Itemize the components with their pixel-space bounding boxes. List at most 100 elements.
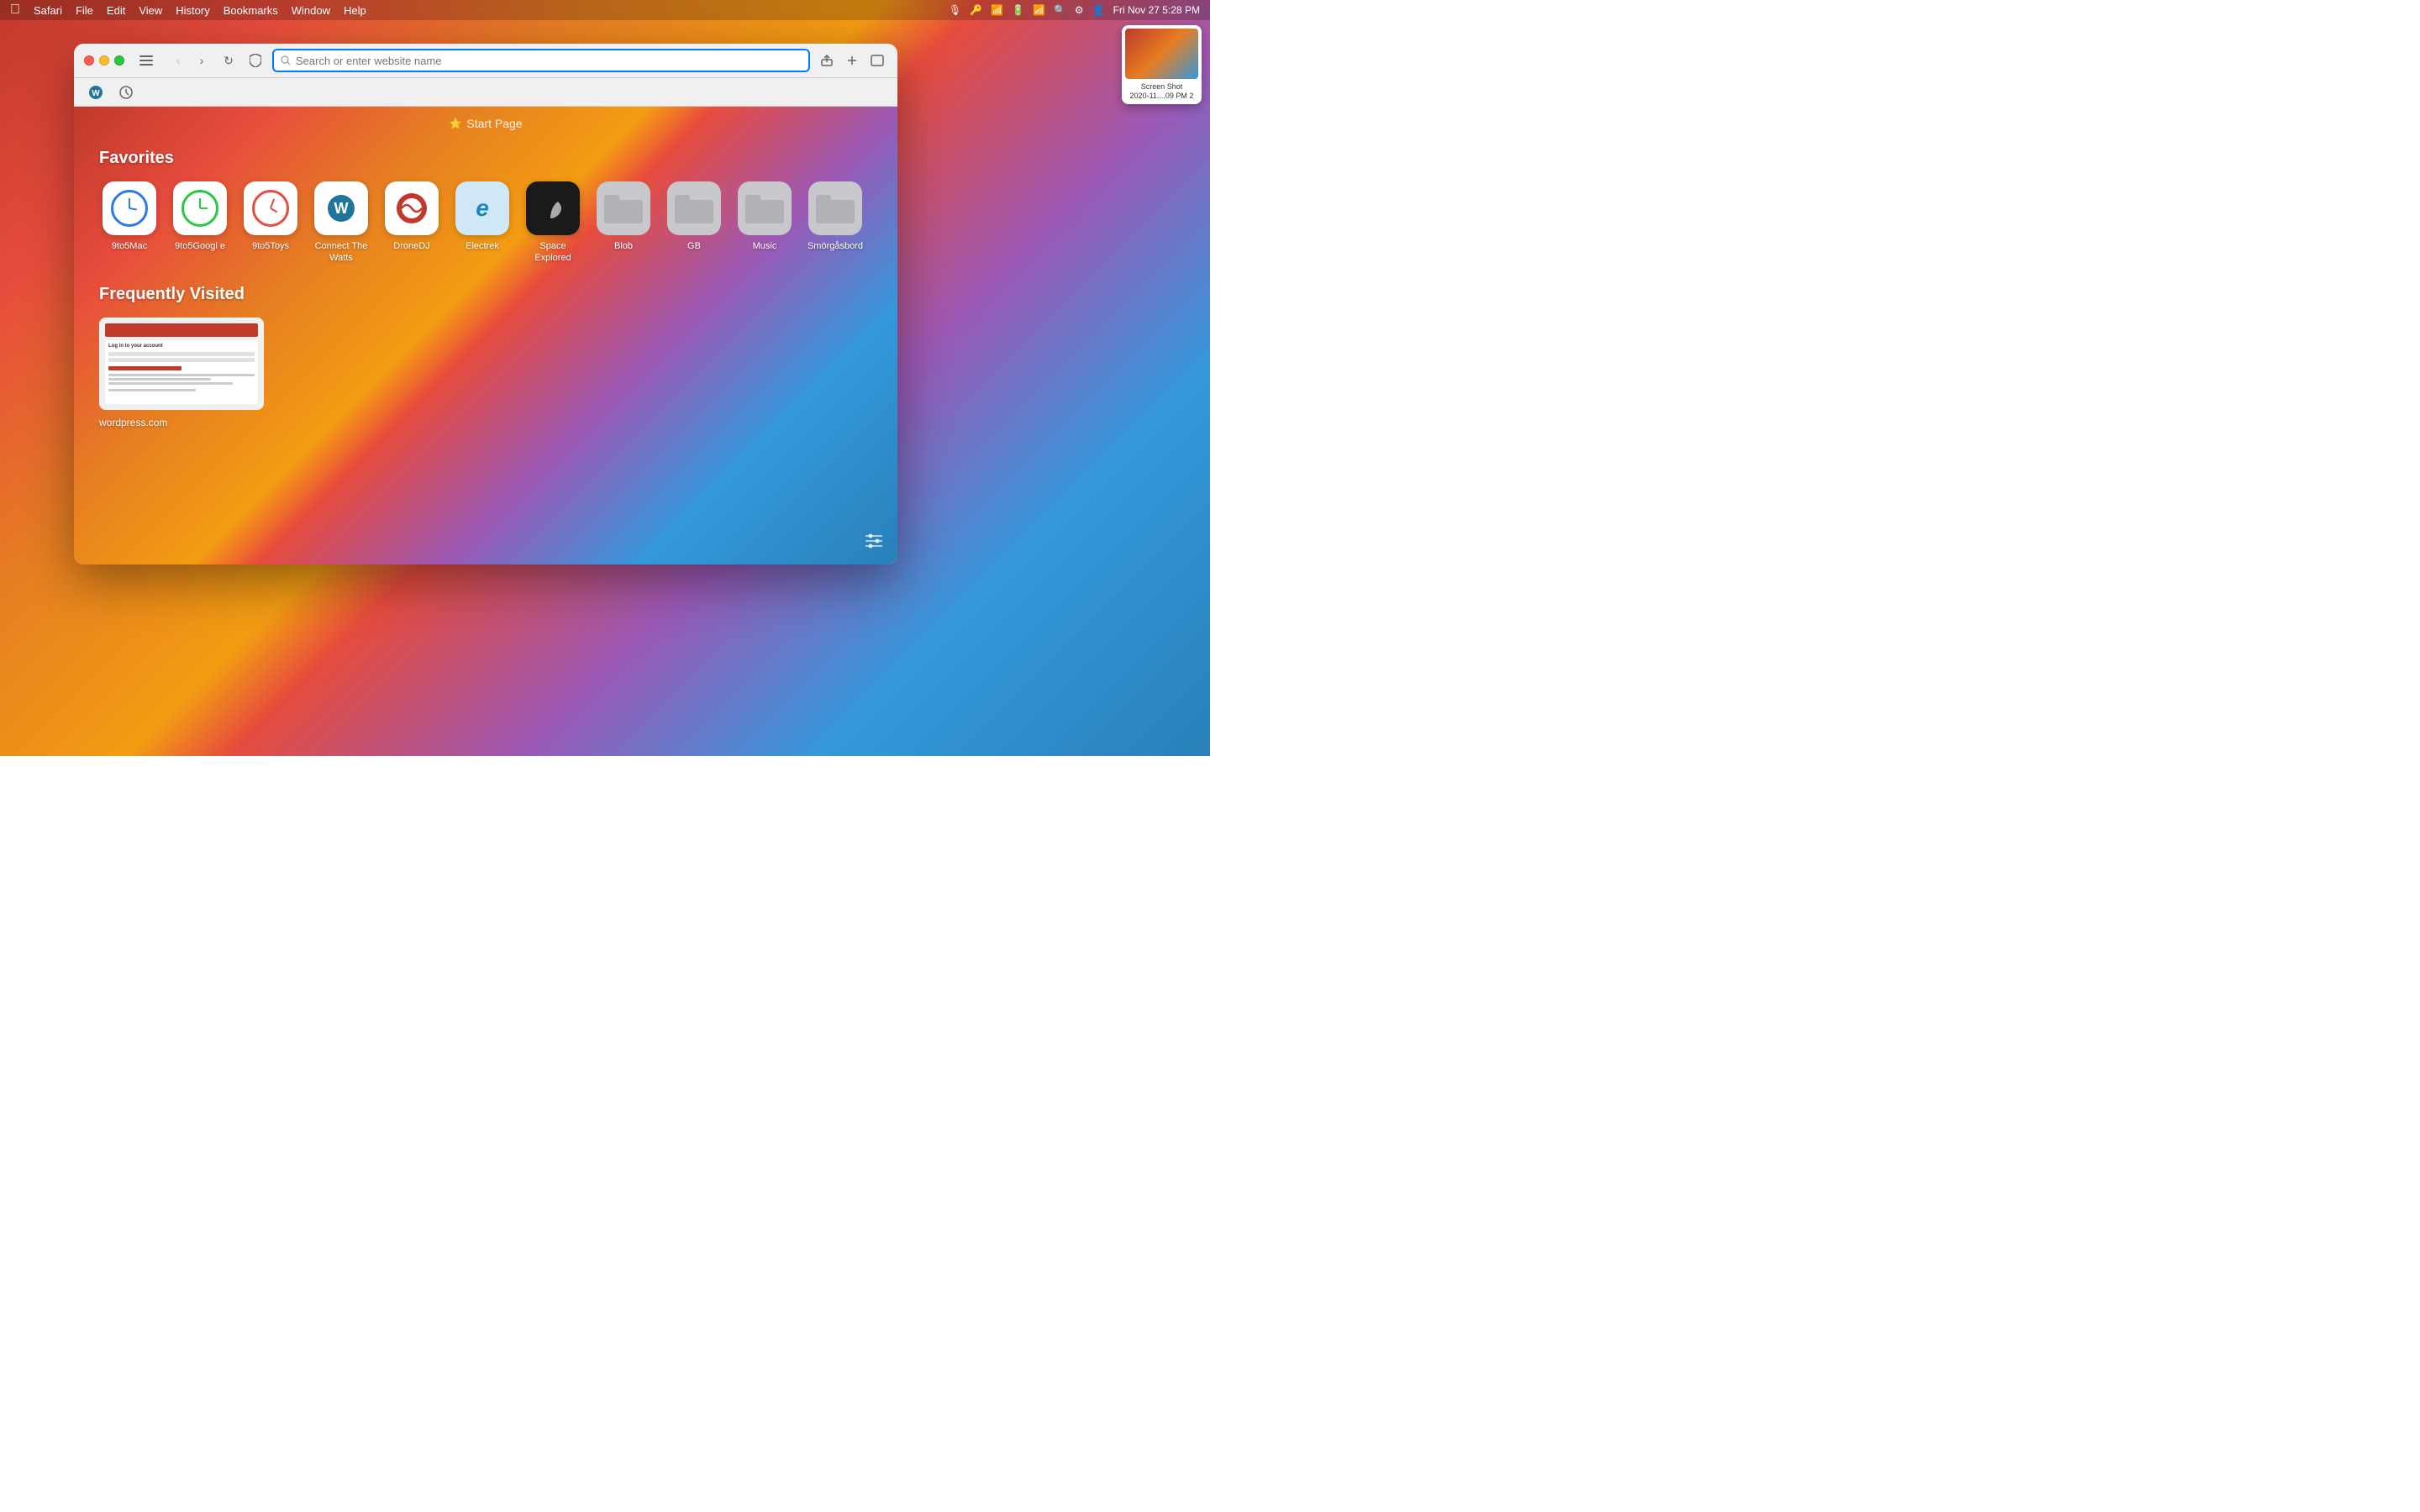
screenshot-widget[interactable]: Screen Shot 2020-11....09 PM 2 (1122, 25, 1202, 104)
close-button[interactable] (84, 55, 94, 66)
smorgasbord-icon (808, 181, 862, 235)
favorite-connectwatts[interactable]: W Connect The Watts (311, 181, 371, 265)
connectwatts-icon: W (314, 181, 368, 235)
address-bar[interactable] (272, 49, 810, 72)
gb-icon (667, 181, 721, 235)
menu-help[interactable]: Help (344, 4, 366, 17)
minimize-button[interactable] (99, 55, 109, 66)
favorite-blob[interactable]: Blob (593, 181, 654, 265)
freq-item-wordpress[interactable]: Log in to your account (99, 318, 264, 430)
start-page-header: ⭐ Start Page (74, 107, 897, 140)
frequently-visited-title: Frequently Visited (99, 285, 872, 304)
search-icon (281, 55, 291, 66)
start-page-label: Start Page (466, 117, 522, 130)
menu-file[interactable]: File (76, 4, 93, 17)
smorgasbord-label: Smörgåsbord (808, 240, 863, 252)
tab-overview-button[interactable] (867, 50, 887, 71)
menubar:  Safari File Edit View History Bookmark… (0, 0, 1210, 20)
favorite-9to5mac[interactable]: 9to5Mac (99, 181, 160, 265)
favorite-9to5toys[interactable]: 9to5Toys (240, 181, 301, 265)
reload-button[interactable]: ↻ (218, 50, 239, 71)
blob-icon (597, 181, 650, 235)
frequently-visited-section: Frequently Visited Log in to your accoun… (99, 285, 872, 430)
screenshot-date: 2020-11....09 PM 2 (1125, 92, 1198, 101)
sidebar-toggle-button[interactable] (134, 49, 158, 72)
tab-history[interactable] (114, 81, 138, 104)
9to5toys-icon (244, 181, 297, 235)
music-label: Music (753, 240, 777, 252)
favorite-music[interactable]: Music (734, 181, 795, 265)
sidebar-toggle-icon (139, 55, 153, 66)
favorite-smorgasbord[interactable]: Smörgåsbord (805, 181, 865, 265)
spotlight-icon[interactable]: 🔍 (1054, 4, 1066, 16)
start-page-content: Favorites 9to5Mac (74, 140, 897, 447)
wordpress-tab-icon: W (88, 85, 103, 100)
share-button[interactable] (817, 50, 837, 71)
menu-window[interactable]: Window (292, 4, 330, 17)
favorite-dronedj[interactable]: DroneDJ (381, 181, 442, 265)
freq-visited-grid: Log in to your account (99, 318, 872, 430)
back-button[interactable]: ‹ (168, 50, 188, 71)
gb-label: GB (687, 240, 701, 252)
favorite-gb[interactable]: GB (664, 181, 724, 265)
tab-bar: W (74, 77, 897, 107)
electrek-label: Electrek (466, 240, 499, 252)
spaceexplored-icon (526, 181, 580, 235)
shield-icon[interactable] (245, 50, 266, 71)
9to5toys-label: 9to5Toys (252, 240, 289, 252)
forward-button[interactable]: › (192, 50, 212, 71)
control-center-icon[interactable]: ⚙ (1075, 4, 1084, 16)
bluetooth-icon[interactable]: 📶 (991, 4, 1003, 16)
tab-wordpress[interactable]: W (84, 81, 108, 104)
connectwatts-label: Connect The Watts (311, 240, 371, 265)
wifi-icon[interactable]: 📶 (1033, 4, 1045, 16)
9to5mac-label: 9to5Mac (112, 240, 147, 252)
favorite-electrek[interactable]: e Electrek (452, 181, 513, 265)
datetime: Fri Nov 27 5:28 PM (1113, 4, 1200, 16)
9to5mac-icon (103, 181, 156, 235)
spaceexplored-label: Space Explored (523, 240, 583, 265)
favorite-9to5google[interactable]: 9to5Googl e (170, 181, 230, 265)
menu-edit[interactable]: Edit (107, 4, 125, 17)
svg-text:W: W (92, 89, 100, 98)
9to5google-icon (173, 181, 227, 235)
menubar-right: 🎙 🔑 📶 🔋 📶 🔍 ⚙ 👤 Fri Nov 27 5:28 PM (949, 4, 1200, 16)
wordpress-thumbnail: Log in to your account (99, 318, 264, 410)
fullscreen-button[interactable] (114, 55, 124, 66)
browser-content: ⭐ Start Page Favorites (74, 107, 897, 564)
favorites-grid: 9to5Mac 9to5Googl e (99, 181, 872, 265)
user-icon[interactable]: 👤 (1092, 4, 1105, 16)
address-input[interactable] (296, 55, 802, 67)
battery-icon[interactable]: 🔋 (1012, 4, 1024, 16)
toolbar-actions (817, 50, 887, 71)
browser-titlebar: ‹ › ↻ (74, 44, 897, 77)
history-tab-icon (118, 85, 134, 100)
browser-window: ‹ › ↻ (74, 44, 897, 564)
browser-chrome: ‹ › ↻ (74, 44, 897, 107)
menu-view[interactable]: View (139, 4, 162, 17)
star-icon: ⭐ (449, 118, 461, 129)
traffic-lights (84, 55, 124, 66)
favorites-title: Favorites (99, 149, 872, 168)
new-tab-button[interactable] (842, 50, 862, 71)
nav-buttons: ‹ › (168, 50, 212, 71)
blob-label: Blob (614, 240, 633, 252)
favorites-section: Favorites 9to5Mac (99, 149, 872, 265)
menubar-left:  Safari File Edit View History Bookmark… (10, 3, 366, 18)
customize-button[interactable] (860, 528, 887, 554)
electrek-icon: e (455, 181, 509, 235)
9to5google-label: 9to5Googl e (175, 240, 225, 252)
favorite-spaceexplored[interactable]: Space Explored (523, 181, 583, 265)
wordpress-freq-label: wordpress.com (99, 417, 167, 428)
apple-menu[interactable]:  (10, 3, 20, 18)
dronedj-icon (385, 181, 439, 235)
menu-history[interactable]: History (176, 4, 209, 17)
menu-safari[interactable]: Safari (34, 4, 62, 17)
siri-icon[interactable]: 🎙 (949, 4, 961, 16)
screenshot-preview-image (1125, 29, 1198, 79)
customize-icon (865, 533, 883, 549)
screenshot-label: Screen Shot (1125, 82, 1198, 92)
menu-bookmarks[interactable]: Bookmarks (224, 4, 278, 17)
dronedj-label: DroneDJ (393, 240, 429, 252)
1password-icon[interactable]: 🔑 (970, 4, 982, 16)
